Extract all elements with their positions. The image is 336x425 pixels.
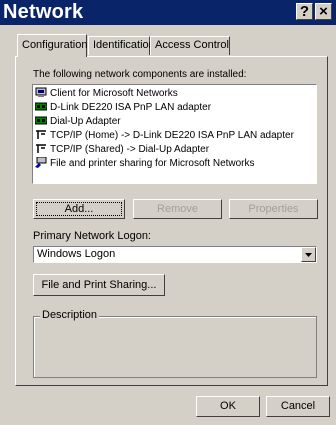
protocol-icon [36,130,46,139]
primary-logon-value: Windows Logon [37,248,116,260]
client-icon [35,87,47,97]
components-label: The following network components are ins… [33,69,247,80]
file-print-sharing-button[interactable]: File and Print Sharing... [33,274,165,296]
cancel-button[interactable]: Cancel [266,396,330,417]
service-icon [35,157,47,168]
list-item[interactable]: File and printer sharing for Microsoft N… [35,157,255,171]
list-item-label: Dial-Up Adapter [50,116,121,127]
chevron-down-icon [305,253,312,257]
remove-button-label: Remove [157,203,198,215]
tab-configuration[interactable]: Configuration [17,34,87,57]
remove-button[interactable]: Remove [133,199,222,219]
tab-identification[interactable]: Identification [88,36,155,55]
primary-logon-label: Primary Network Logon: [33,230,151,242]
tab-strip: Configuration Identification Access Cont… [0,34,336,57]
description-label: Description [40,309,100,321]
dropdown-arrow-button[interactable] [301,247,316,262]
properties-button[interactable]: Properties [229,199,318,219]
ok-button[interactable]: OK [196,396,260,417]
adapter-icon [35,102,47,111]
list-item-label: TCP/IP (Home) -> D-Link DE220 ISA PnP LA… [50,130,294,141]
list-item-label: D-Link DE220 ISA PnP LAN adapter [50,102,212,113]
list-item-label: File and printer sharing for Microsoft N… [50,158,255,169]
window-title: Network [3,1,84,23]
close-button[interactable]: × [315,3,332,20]
list-item[interactable]: Client for Microsoft Networks [35,87,178,101]
components-listbox[interactable]: Client for Microsoft Networks D-Link DE2… [32,84,317,184]
list-item[interactable]: D-Link DE220 ISA PnP LAN adapter [35,101,211,115]
protocol-icon [36,144,46,153]
properties-button-label: Properties [248,203,299,215]
tab-access-control[interactable]: Access Control [150,36,230,55]
help-button[interactable]: ? [296,3,313,20]
title-bar[interactable]: Network ? × [0,0,336,25]
list-item[interactable]: Dial-Up Adapter [35,115,121,129]
primary-logon-select[interactable]: Windows Logon [33,246,317,263]
network-dialog: Network ? × Configuration Identification… [0,0,336,425]
adapter-icon [35,116,47,125]
list-item[interactable]: TCP/IP (Home) -> D-Link DE220 ISA PnP LA… [35,129,294,143]
add-button[interactable]: Add... [33,199,125,219]
description-groupbox [33,316,317,378]
list-item-label: TCP/IP (Shared) -> Dial-Up Adapter [50,144,210,155]
list-item[interactable]: TCP/IP (Shared) -> Dial-Up Adapter [35,143,209,157]
list-item-label: Client for Microsoft Networks [50,88,178,99]
